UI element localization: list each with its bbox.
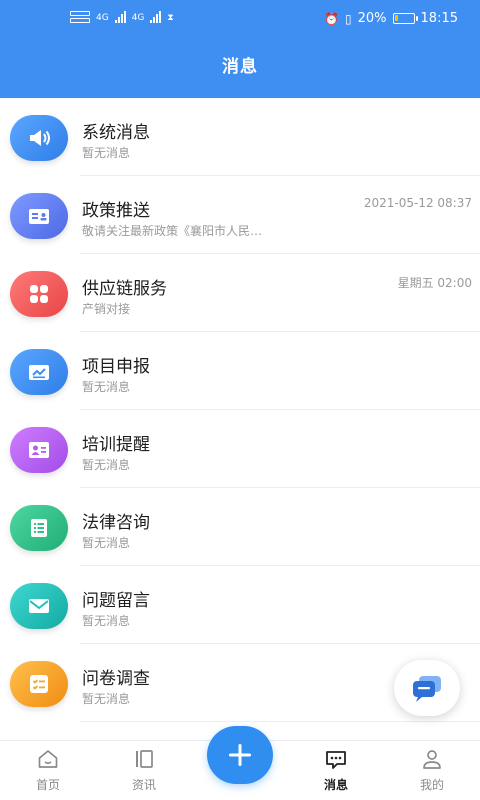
message-title: 问题留言	[82, 591, 150, 611]
message-time: 星期五 02:00	[397, 276, 472, 290]
nav-messages[interactable]: 消息	[288, 741, 384, 800]
status-bar-left: 4G 4G ⧗	[70, 11, 174, 23]
sim-icon	[70, 11, 90, 23]
message-item-training[interactable]: 培训提醒 暂无消息	[0, 410, 480, 488]
message-preview: 暂无消息	[82, 614, 131, 628]
plus-icon	[229, 744, 251, 766]
app-header: 4G 4G ⧗ ⏰ ▯ 20% 18:15 消息	[0, 0, 480, 98]
message-preview: 暂无消息	[82, 692, 131, 706]
avatar	[10, 115, 68, 161]
signal-icon-2	[150, 11, 162, 23]
megaphone-icon	[30, 130, 50, 146]
message-title: 系统消息	[82, 123, 150, 143]
message-preview: 暂无消息	[82, 536, 131, 550]
home-icon	[38, 750, 58, 768]
status-bar-right: ⏰ ▯ 20% 18:15	[324, 11, 458, 26]
nav-news[interactable]: 资讯	[96, 741, 192, 800]
mail-icon	[29, 599, 49, 613]
message-item-policy[interactable]: 政策推送 敬请关注最新政策《襄阳市人民… 2021-05-12 08:37	[0, 176, 480, 254]
network-type-icon: 4G	[96, 13, 109, 23]
message-list: 系统消息 暂无消息 政策推送 敬请关注最新政策《襄阳市人民… 2021-05-1…	[0, 98, 480, 722]
user-icon	[423, 750, 441, 769]
chat-bubbles-icon	[413, 676, 441, 702]
clock: 18:15	[420, 11, 458, 26]
bottom-nav: 首页 资讯 消息 我的	[0, 726, 480, 800]
message-preview: 暂无消息	[82, 146, 131, 160]
profile-card-icon	[29, 442, 49, 458]
grid-icon	[30, 285, 48, 303]
alarm-icon: ⏰	[324, 11, 340, 26]
avatar	[10, 427, 68, 473]
page-title: 消息	[222, 57, 258, 77]
avatar	[10, 583, 68, 629]
list-icon	[31, 519, 47, 537]
message-item-project[interactable]: 项目申报 暂无消息	[0, 332, 480, 410]
message-title: 政策推送	[82, 201, 150, 221]
avatar	[10, 349, 68, 395]
nav-label: 消息	[323, 778, 348, 792]
message-preview: 暂无消息	[82, 380, 131, 394]
form-icon	[29, 365, 49, 380]
nav-label: 首页	[35, 778, 60, 792]
avatar	[10, 505, 68, 551]
add-button[interactable]	[207, 726, 273, 784]
message-preview: 暂无消息	[82, 458, 131, 472]
message-item-feedback[interactable]: 问题留言 暂无消息	[0, 566, 480, 644]
nav-profile[interactable]: 我的	[384, 741, 480, 800]
battery-level	[394, 15, 398, 21]
message-item-system[interactable]: 系统消息 暂无消息	[0, 98, 480, 176]
avatar	[10, 193, 68, 239]
id-card-icon	[29, 209, 49, 224]
battery-icon	[392, 13, 418, 24]
message-item-supply-chain[interactable]: 供应链服务 产销对接 星期五 02:00	[0, 254, 480, 332]
nav-label: 资讯	[131, 778, 156, 792]
message-title: 培训提醒	[82, 435, 150, 455]
message-item-legal[interactable]: 法律咨询 暂无消息	[0, 488, 480, 566]
chat-float-button[interactable]	[394, 660, 460, 716]
network-type-icon-2: 4G	[131, 13, 145, 23]
message-title: 法律咨询	[82, 513, 150, 533]
hourglass-icon: ⧗	[167, 13, 174, 23]
nav-label: 我的	[419, 778, 444, 792]
nav-home[interactable]: 首页	[0, 741, 96, 800]
news-icon	[136, 750, 153, 768]
message-time: 2021-05-12 08:37	[363, 196, 472, 210]
message-icon	[326, 751, 346, 769]
vibrate-icon: ▯	[345, 11, 352, 26]
avatar	[10, 271, 68, 317]
message-title: 供应链服务	[82, 279, 167, 299]
message-preview: 产销对接	[82, 302, 131, 316]
message-title: 项目申报	[82, 357, 150, 377]
message-title: 问卷调查	[82, 669, 150, 689]
checklist-icon	[30, 675, 48, 693]
message-preview: 敬请关注最新政策《襄阳市人民…	[82, 224, 263, 238]
battery-percent: 20%	[357, 11, 387, 26]
avatar	[10, 661, 68, 707]
signal-icon	[114, 11, 126, 23]
status-bar: 4G 4G ⧗ ⏰ ▯ 20% 18:15	[0, 0, 480, 40]
